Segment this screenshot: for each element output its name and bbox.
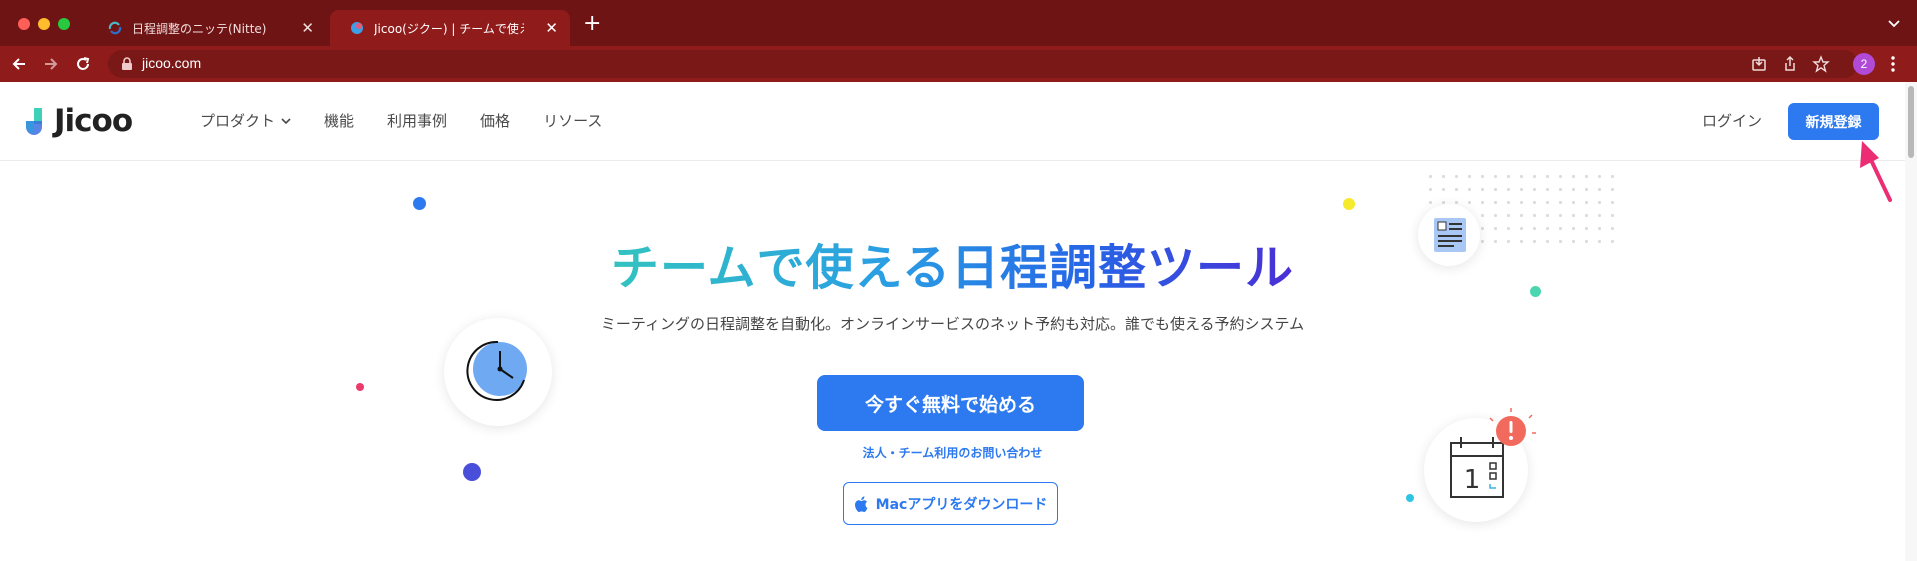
tab-title: 日程調整のニッテ(Nitte) xyxy=(132,21,267,36)
signup-button[interactable]: 新規登録 xyxy=(1788,103,1879,140)
calendar-alert-icon: 1 xyxy=(1450,408,1536,498)
nav-item-pricing[interactable]: 価格 xyxy=(480,110,510,131)
start-free-button[interactable]: 今すぐ無料で始める xyxy=(817,375,1084,431)
hero-title-text: チームで使える日程調整ツール xyxy=(610,240,1295,296)
jicoo-favicon-icon xyxy=(351,22,363,34)
install-app-icon[interactable] xyxy=(1750,55,1768,73)
decor-calendar-bubble: 1 xyxy=(1424,408,1536,522)
minimize-window-button[interactable] xyxy=(38,18,50,30)
page-scrollbar[interactable] xyxy=(1905,82,1917,561)
browser-toolbar: jicoo.com 2 xyxy=(0,46,1917,82)
lock-icon xyxy=(122,57,132,70)
close-tab-icon[interactable]: ✕ xyxy=(545,20,558,36)
site-header: Jicoo プロダクト 機能 利用事例 価格 リソース ログイン 新規登録 xyxy=(0,82,1905,161)
close-window-button[interactable] xyxy=(18,18,30,30)
tab-title: Jicoo(ジクー) | チームで使える日程調整ツール xyxy=(374,21,524,36)
nav-item-label: 機能 xyxy=(324,112,355,130)
browser-menu-icon[interactable] xyxy=(1890,55,1896,73)
hero-title: チームで使える日程調整ツール xyxy=(0,228,1905,298)
bookmark-star-icon[interactable] xyxy=(1812,55,1830,73)
chevron-down-icon xyxy=(281,117,291,124)
nav-item-product[interactable]: プロダクト xyxy=(200,110,291,131)
nav-item-label: 利用事例 xyxy=(387,112,448,130)
jicoo-logo-mark-icon xyxy=(26,108,42,135)
hero-subtitle: ミーティングの日程調整を自動化。オンラインサービスのネット予約も対応。誰でも使え… xyxy=(600,315,1305,333)
nitte-favicon-icon xyxy=(108,21,122,35)
decor-dot-purple xyxy=(463,463,481,481)
decor-dot-blue xyxy=(413,197,426,210)
scrollbar-thumb[interactable] xyxy=(1908,86,1914,158)
address-bar[interactable]: jicoo.com xyxy=(108,50,1858,78)
clock-icon xyxy=(466,340,527,401)
url-text: jicoo.com xyxy=(142,55,202,71)
main-nav: プロダクト 機能 利用事例 価格 リソース xyxy=(200,110,635,131)
annotation-arrow-icon xyxy=(1860,141,1892,202)
forward-arrow-icon[interactable] xyxy=(42,55,60,73)
mac-button-label: Macアプリをダウンロード xyxy=(875,496,1048,513)
decor-dot-yellow xyxy=(1343,198,1355,210)
tab-search-chevron-icon[interactable] xyxy=(1887,16,1901,30)
apple-icon xyxy=(854,495,868,512)
close-tab-icon[interactable]: ✕ xyxy=(301,20,314,36)
login-link[interactable]: ログイン xyxy=(1702,110,1762,131)
logo-text: Jicoo xyxy=(54,103,133,139)
share-icon[interactable] xyxy=(1781,55,1799,73)
decor-dot-pink xyxy=(356,383,364,391)
nav-item-label: 価格 xyxy=(480,112,511,130)
jicoo-logo[interactable]: Jicoo xyxy=(24,103,133,139)
browser-tab-bar: 日程調整のニッテ(Nitte) ✕ Jicoo(ジクー) | チームで使える日程… xyxy=(0,0,1917,46)
nav-item-label: プロダクト xyxy=(200,112,276,130)
back-arrow-icon[interactable] xyxy=(10,55,28,73)
nav-item-features[interactable]: 機能 xyxy=(324,110,354,131)
nav-item-label: リソース xyxy=(543,112,603,130)
nav-item-cases[interactable]: 利用事例 xyxy=(387,110,447,131)
decor-clock-bubble xyxy=(444,318,552,426)
reload-icon[interactable] xyxy=(74,55,92,73)
tab-jicoo[interactable]: Jicoo(ジクー) | チームで使える日程調整ツール ✕ xyxy=(330,10,570,46)
profile-avatar[interactable]: 2 xyxy=(1853,53,1875,75)
maximize-window-button[interactable] xyxy=(58,18,70,30)
decor-dot-cyan xyxy=(1406,494,1414,502)
tab-nitte[interactable]: 日程調整のニッテ(Nitte) ✕ xyxy=(88,10,326,46)
new-tab-plus-icon[interactable]: + xyxy=(583,13,601,35)
download-mac-app-button[interactable]: Macアプリをダウンロード xyxy=(843,482,1058,525)
calendar-day-number: 1 xyxy=(1464,465,1481,495)
business-contact-link[interactable]: 法人・チーム利用のお問い合わせ xyxy=(0,444,1905,461)
nav-item-resources[interactable]: リソース xyxy=(543,110,602,131)
